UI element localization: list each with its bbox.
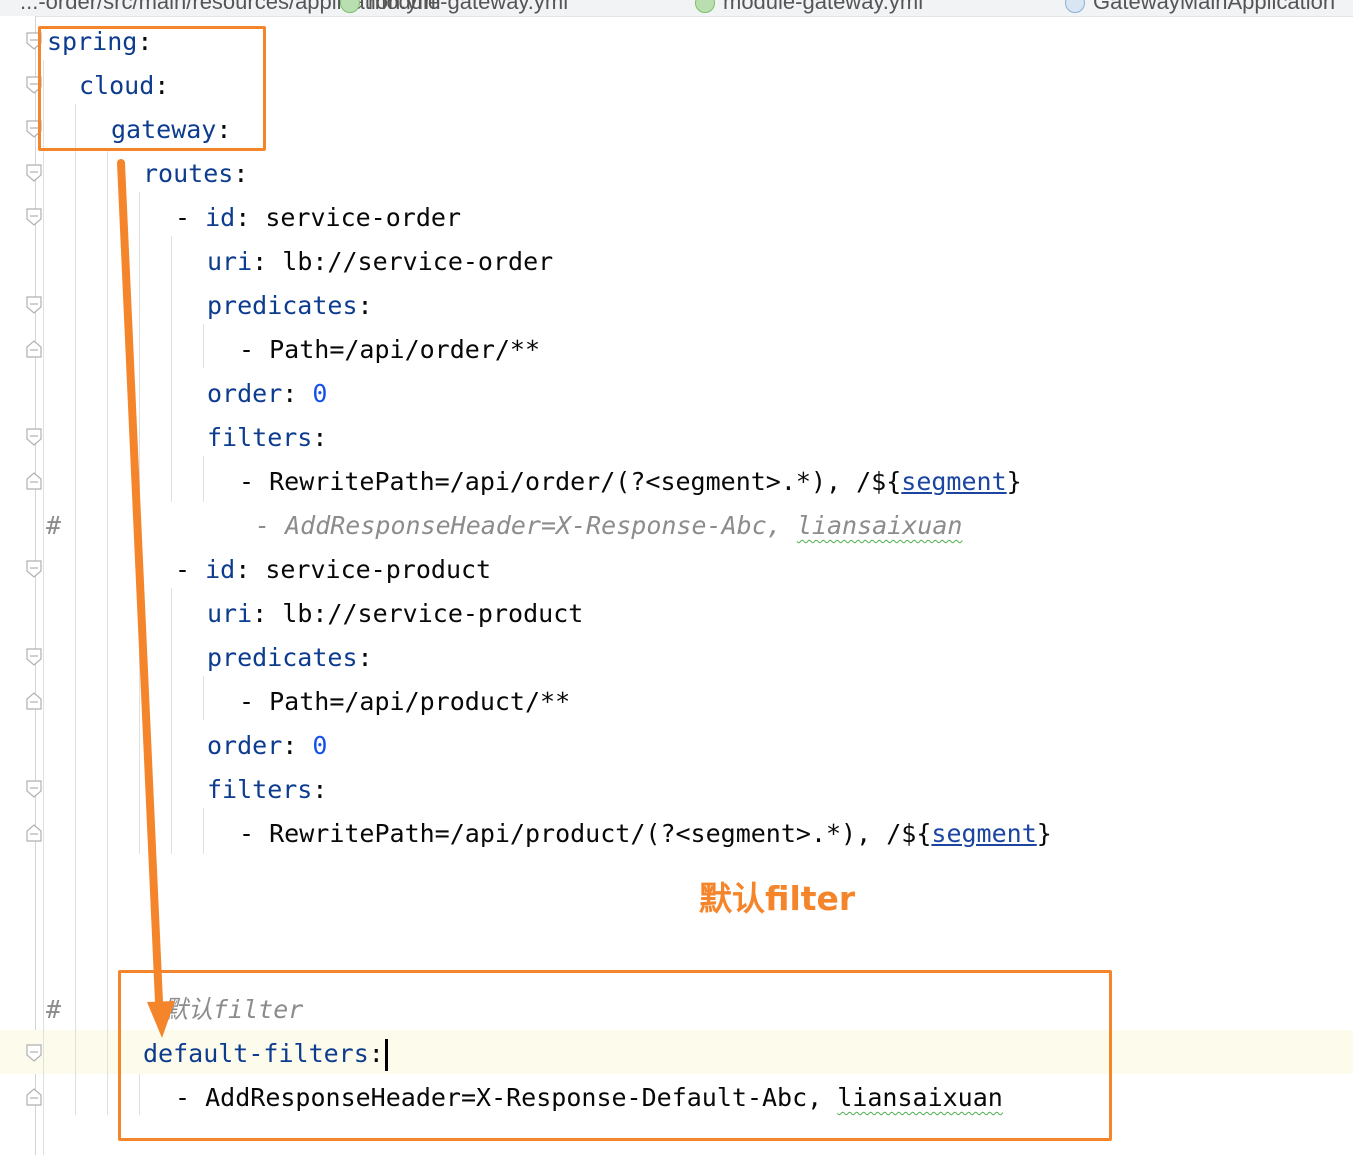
annotation-arrow xyxy=(117,159,175,1038)
